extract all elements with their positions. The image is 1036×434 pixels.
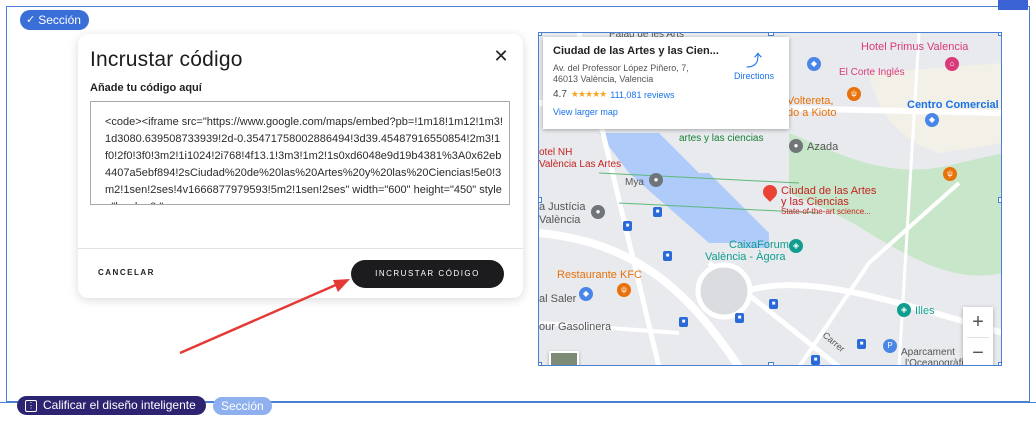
code-field-label: Añade tu código aquí [90,82,202,94]
star-rating-icon: ★★★★★ [570,89,607,99]
restaurant-icon[interactable]: ψ [847,87,861,101]
resize-handle[interactable] [768,362,774,365]
bus-stop-icon[interactable]: ■ [857,339,866,349]
close-icon[interactable]: ✕ [491,46,511,66]
place-icon[interactable]: ● [789,139,803,153]
bus-stop-icon[interactable]: ■ [653,207,662,217]
hotel-icon[interactable]: ⌂ [945,57,959,71]
code-textarea-value: <code><iframe src="https://www.google.co… [105,116,503,204]
map-label: València [539,214,581,226]
map-label: al Saler [539,293,577,305]
aquarium-icon[interactable]: ◈ [897,303,911,317]
zoom-out-button[interactable]: − [963,338,993,365]
check-icon: ✓ [26,14,36,26]
section-badge[interactable]: ✓ Sección [20,10,89,30]
place-address: Av. del Professor López Piñero, 7, 46013… [553,63,703,85]
view-larger-map-link[interactable]: View larger map [553,107,779,117]
map-label: CaixaForum [729,239,789,251]
map-label: a Justícia [539,201,586,213]
map-label: València - Àgora [705,251,786,263]
bus-stop-icon[interactable]: ■ [735,313,744,323]
museum-icon[interactable]: ◈ [789,239,803,253]
embed-code-button[interactable]: INCRUSTAR CÓDIGO [351,260,504,288]
map-label: l'Oceanogràfic [905,358,969,366]
resize-handle[interactable] [998,33,1001,36]
place-icon[interactable]: ● [591,205,605,219]
rate-layout-label: Calificar el diseño inteligente [43,398,196,412]
page: ✓ Sección Incrustar código ✕ Añade tu có… [0,0,1036,434]
parking-icon[interactable]: P [883,339,897,353]
rating-value: 4.7 [553,89,567,100]
map-label: our Gasolinera [539,321,612,333]
rating-row: 4.7 ★★★★★ 111,081 reviews [553,89,779,100]
zoom-in-button[interactable]: + [963,307,993,337]
bus-stop-icon[interactable]: ■ [679,317,688,327]
shopping-icon[interactable]: ◆ [579,287,593,301]
zoom-controls: + − [963,307,993,365]
address-line-1: Av. del Professor López Piñero, 7, [553,63,689,73]
map-label: Centro Comercial [907,99,999,111]
resize-handle[interactable] [539,362,542,365]
bus-stop-icon[interactable]: ■ [769,299,778,309]
map-label: El Corte Inglés [839,67,905,78]
bus-stop-icon[interactable]: ■ [663,251,672,261]
resize-handle[interactable] [768,33,774,36]
directions-icon: ⤴ [745,53,762,70]
map-label: artes y las ciencias [679,133,764,144]
shopping-icon[interactable]: ◆ [925,113,939,127]
section-pill[interactable]: Sección [213,397,272,415]
resize-handle[interactable] [998,197,1001,203]
shopping-icon[interactable]: ◆ [807,57,821,71]
map-label: otel NH [539,147,573,158]
resize-handle[interactable] [998,362,1001,365]
rate-layout-icon: ⋮ [25,399,37,412]
section-badge-label: Sección [38,13,81,27]
map-label: do a Kioto [787,107,837,119]
map-label: Voltereta, [787,95,834,107]
reviews-link[interactable]: 111,081 reviews [610,90,674,100]
embedded-map[interactable]: Palau de les Arts Hotel Primus Valencia … [538,32,1002,366]
map-label: State-of-the-art science... [781,207,871,216]
resize-handle[interactable] [539,33,542,36]
restaurant-icon[interactable]: ψ [617,283,631,297]
rate-layout-button[interactable]: ⋮ Calificar el diseño inteligente [17,396,206,415]
place-info-card: Ciudad de las Artes y las Cien... Av. de… [543,37,789,129]
place-icon[interactable]: ● [649,173,663,187]
restaurant-icon[interactable]: ψ [943,167,957,181]
map-layer-toggle[interactable] [549,351,579,365]
bus-stop-icon[interactable]: ■ [623,221,632,231]
dialog-title: Incrustar código [90,48,243,71]
map-label: Aparcament [901,347,955,358]
dialog-divider [78,248,523,249]
map-label: Hotel Primus Valencia [861,41,969,53]
code-textarea[interactable]: <code><iframe src="https://www.google.co… [90,101,510,205]
map-label: València Las Artes [539,159,622,170]
map-label: Illes [915,305,935,317]
cancel-button[interactable]: CANCELAR [98,268,155,277]
embed-code-dialog: Incrustar código ✕ Añade tu código aquí … [78,34,523,298]
section-corner-tab[interactable] [998,0,1028,10]
map-label: Mya [625,177,644,188]
address-line-2: 46013 València, Valencia [553,74,654,84]
directions-label: Directions [733,71,774,81]
map-label: Restaurante KFC [557,269,642,281]
bus-stop-icon[interactable]: ■ [811,355,820,365]
directions-button[interactable]: ⤴ Directions [729,47,779,81]
map-label: Azada [807,141,839,153]
